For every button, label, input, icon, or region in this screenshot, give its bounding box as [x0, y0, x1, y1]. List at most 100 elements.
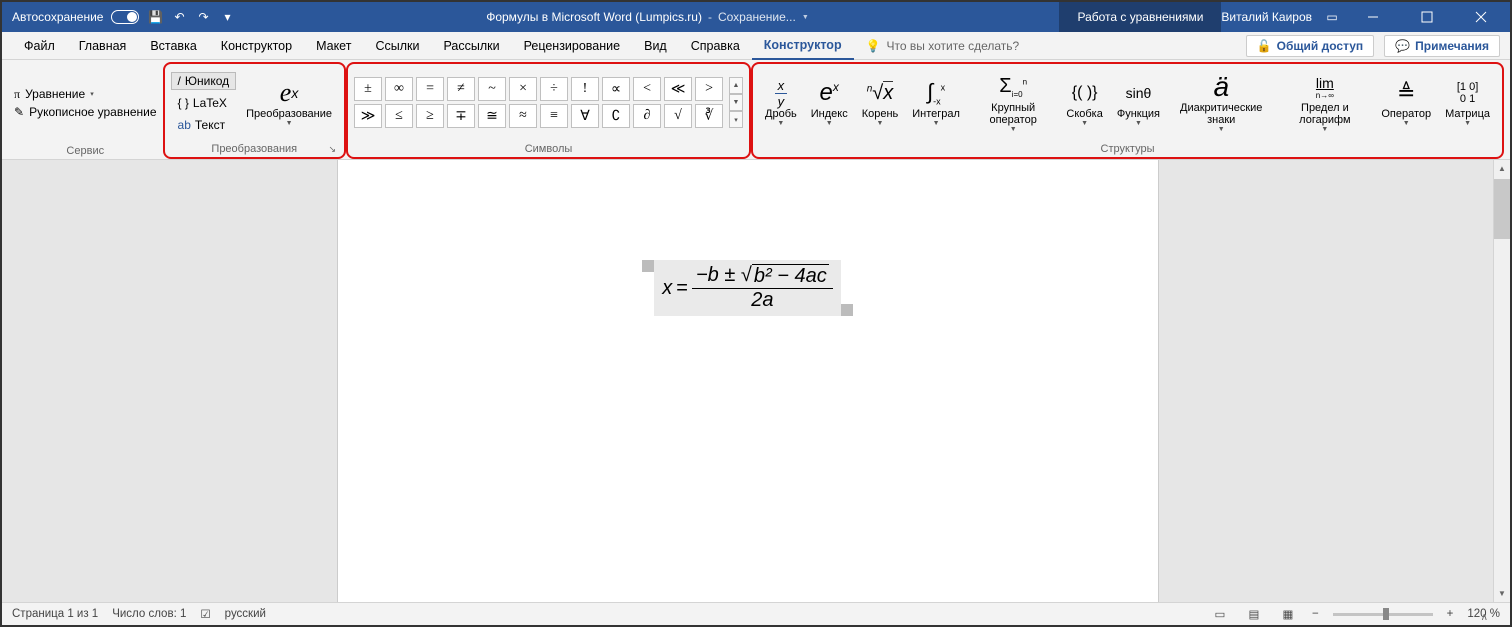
ribbon-tabs: Файл Главная Вставка Конструктор Макет С… [2, 32, 1510, 60]
convert-button[interactable]: ex Преобразование ▼ [240, 76, 338, 129]
symbol-cell[interactable]: ∛ [695, 104, 723, 128]
scroll-up-icon[interactable]: ▲ [1494, 160, 1510, 177]
symbol-cell[interactable]: ≤ [385, 104, 413, 128]
tell-me-search[interactable]: 💡 Что вы хотите сделать? [866, 39, 1020, 53]
tab-layout[interactable]: Макет [304, 32, 363, 60]
word-count[interactable]: Число слов: 1 [112, 608, 186, 620]
symbol-cell[interactable]: ∂ [633, 104, 661, 128]
page[interactable]: x = −b ± √ b² − 4ac [338, 160, 1158, 602]
tab-view[interactable]: Вид [632, 32, 679, 60]
tab-home[interactable]: Главная [67, 32, 139, 60]
tab-equation-design[interactable]: Конструктор [752, 32, 854, 60]
symbol-cell[interactable]: ≠ [447, 77, 475, 101]
equation-button[interactable]: π Уравнение ▾ [14, 87, 94, 102]
symbol-cell[interactable]: ~ [478, 77, 506, 101]
structure-оператор[interactable]: ≜Оператор▼ [1375, 76, 1437, 129]
structure-крупный-оператор[interactable]: Σi=0nКрупный оператор▼ [968, 70, 1058, 135]
ex-glyph-icon: ex [280, 78, 299, 108]
structure-индекс[interactable]: exИндекс▼ [805, 76, 854, 129]
autosave-toggle[interactable] [111, 10, 139, 24]
chevron-down-icon: ▼ [1321, 126, 1328, 133]
symbol-cell[interactable]: ∞ [385, 77, 413, 101]
symbol-cell[interactable]: √ [664, 104, 692, 128]
save-icon[interactable]: 💾 [147, 9, 163, 25]
structure-диакритические-знаки[interactable]: äДиакритические знаки▼ [1168, 70, 1274, 135]
gallery-more-icon[interactable]: ▾ [729, 111, 743, 128]
zoom-in-button[interactable]: + [1447, 608, 1454, 620]
structure-функция[interactable]: sinθФункция▼ [1111, 76, 1166, 129]
print-layout-icon[interactable]: ▤ [1244, 605, 1264, 623]
symbol-cell[interactable]: ≡ [540, 104, 568, 128]
ink-equation-button[interactable]: ✎ Рукописное уравнение [14, 105, 157, 119]
equation-content[interactable]: x = −b ± √ b² − 4ac [662, 264, 832, 312]
qat-customize-icon[interactable]: ▾ [219, 9, 235, 25]
structure-дробь[interactable]: xyДробь▼ [759, 76, 803, 129]
text-button[interactable]: abТекст [171, 116, 237, 134]
maximize-button[interactable] [1406, 2, 1448, 32]
equation-box[interactable]: x = −b ± √ b² − 4ac [654, 260, 840, 316]
tab-design[interactable]: Конструктор [209, 32, 304, 60]
tab-mailings[interactable]: Рассылки [431, 32, 511, 60]
unicode-button[interactable]: /Юникод [171, 72, 237, 90]
structure-label: Диакритические знаки [1174, 102, 1268, 126]
structure-glyph-icon: ≜ [1397, 78, 1415, 108]
close-button[interactable] [1460, 2, 1502, 32]
structure-интеграл[interactable]: ∫-xxИнтеграл▼ [906, 76, 966, 129]
symbol-cell[interactable]: ∁ [602, 104, 630, 128]
structure-скобка[interactable]: {( )}Скобка▼ [1060, 76, 1108, 129]
tab-file[interactable]: Файл [12, 32, 67, 60]
symbol-cell[interactable]: ∝ [602, 77, 630, 101]
user-name[interactable]: Виталий Каиров [1221, 10, 1312, 24]
zoom-slider[interactable] [1333, 613, 1433, 616]
page-indicator[interactable]: Страница 1 из 1 [12, 608, 98, 620]
tab-insert[interactable]: Вставка [138, 32, 208, 60]
comments-button[interactable]: 💬 Примечания [1384, 35, 1500, 57]
symbol-cell[interactable]: ÷ [540, 77, 568, 101]
tab-review[interactable]: Рецензирование [512, 32, 633, 60]
scroll-thumb[interactable] [1494, 179, 1510, 239]
symbol-cell[interactable]: ≅ [478, 104, 506, 128]
read-mode-icon[interactable]: ▭ [1210, 605, 1230, 623]
scroll-down-icon[interactable]: ▼ [1494, 585, 1510, 602]
vertical-scrollbar[interactable]: ▲ ▼ [1493, 160, 1510, 602]
web-layout-icon[interactable]: ▦ [1278, 605, 1298, 623]
symbol-cell[interactable]: < [633, 77, 661, 101]
gallery-up-icon[interactable]: ▲ [729, 77, 743, 94]
undo-icon[interactable]: ↶ [171, 9, 187, 25]
symbol-cell[interactable]: ∓ [447, 104, 475, 128]
eq-sqrt: √ b² − 4ac [741, 264, 829, 288]
structure-glyph-icon: ∫-xx [927, 78, 945, 108]
redo-icon[interactable]: ↷ [195, 9, 211, 25]
symbol-cell[interactable]: ≫ [354, 104, 382, 128]
symbol-cell[interactable]: ∀ [571, 104, 599, 128]
symbol-cell[interactable]: > [695, 77, 723, 101]
tell-me-placeholder: Что вы хотите сделать? [887, 39, 1020, 53]
ribbon-options-icon[interactable]: ▭ [1324, 9, 1340, 25]
minimize-button[interactable] [1352, 2, 1394, 32]
share-button[interactable]: 🔓 Общий доступ [1246, 35, 1374, 57]
structure-матрица[interactable]: [1 00 1]Матрица▼ [1439, 76, 1496, 129]
tab-help[interactable]: Справка [679, 32, 752, 60]
structure-предел-и-логарифм[interactable]: limn→∞Предел и логарифм▼ [1276, 70, 1373, 135]
symbol-cell[interactable]: ! [571, 77, 599, 101]
chevron-down-icon: ▼ [1010, 126, 1017, 133]
structure-label: Интеграл [912, 108, 960, 120]
dialog-launcher-icon[interactable]: ↘ [328, 144, 336, 155]
symbol-cell[interactable]: × [509, 77, 537, 101]
structure-корень[interactable]: n√xКорень▼ [856, 76, 905, 129]
symbol-cell[interactable]: ≈ [509, 104, 537, 128]
collapse-ribbon-icon[interactable]: ∧ [1481, 612, 1488, 623]
tab-references[interactable]: Ссылки [363, 32, 431, 60]
language-indicator[interactable]: русский [225, 608, 266, 620]
latex-button[interactable]: { }LaTeX [171, 94, 237, 112]
zoom-out-button[interactable]: − [1312, 608, 1319, 620]
symbol-cell[interactable]: ≥ [416, 104, 444, 128]
braces-icon: { } [178, 96, 189, 110]
symbol-cell[interactable]: ≪ [664, 77, 692, 101]
equation-handle-left[interactable] [642, 260, 654, 272]
symbol-cell[interactable]: = [416, 77, 444, 101]
symbol-cell[interactable]: ± [354, 77, 382, 101]
proofing-icon[interactable]: ☑ [200, 607, 210, 621]
gallery-down-icon[interactable]: ▼ [729, 94, 743, 111]
equation-handle-right[interactable] [841, 304, 853, 316]
